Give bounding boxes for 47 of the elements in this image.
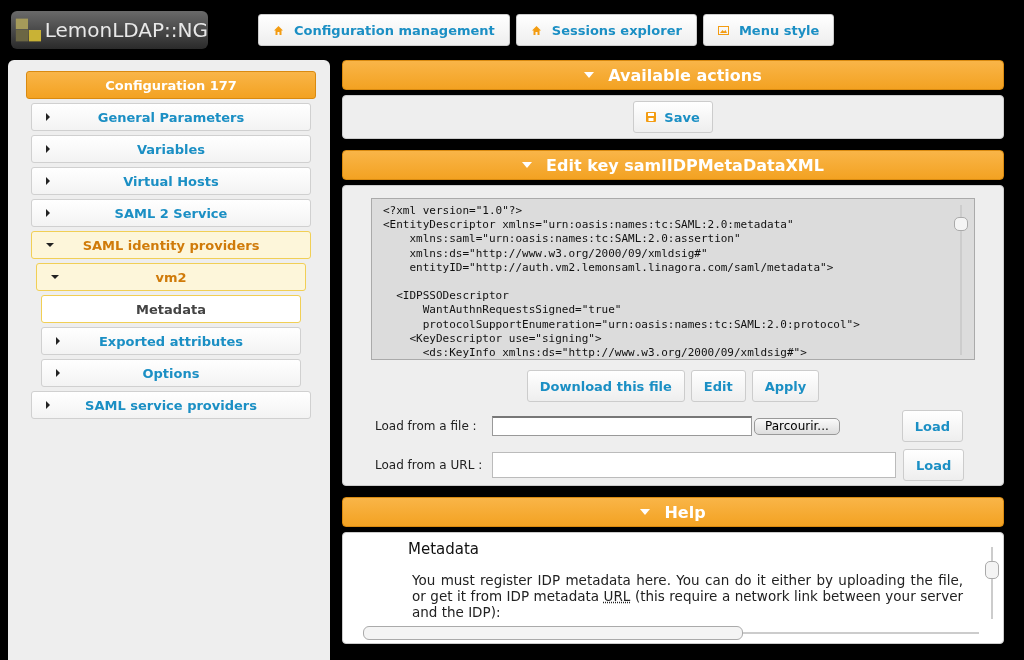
load-button[interactable]: Load bbox=[901, 410, 964, 442]
tree-item[interactable]: SAML identity providers bbox=[31, 231, 311, 259]
scrollbar[interactable] bbox=[363, 625, 979, 641]
section-header[interactable]: Available actions bbox=[342, 60, 1004, 90]
action-button[interactable]: Apply bbox=[751, 370, 820, 402]
tree-item[interactable]: vm2 bbox=[36, 263, 306, 291]
tree-item[interactable]: Variables bbox=[31, 135, 311, 163]
tree-item[interactable]: General Parameters bbox=[31, 103, 311, 131]
image-icon bbox=[717, 24, 729, 36]
home-icon bbox=[273, 24, 284, 36]
tree-item[interactable]: SAML service providers bbox=[31, 391, 311, 419]
load-button[interactable]: Load bbox=[903, 449, 965, 481]
tree-item[interactable]: Exported attributes bbox=[41, 327, 301, 355]
home-icon bbox=[530, 24, 542, 36]
logo: LemonLDAP::NG bbox=[11, 11, 208, 49]
tree-item[interactable]: Virtual Hosts bbox=[31, 167, 311, 195]
tree-item[interactable]: Metadata bbox=[41, 295, 301, 323]
code-text: <?xml version="1.0"?> <EntityDescriptor xmlns="urn:oasis:names:tc:SAML:2.0:metadata" xmlns:saml="urn:oasis:names:tc:SAML:2.0:assertion" xmlns:ds="http://www.w3.org/2000/09/xmldsig#" entityID="http://auth.vm2.lemonsaml.linagora.com/saml/metadata"> <IDPSSODescriptor WantAuthnRequestsSigned="true" protocolSupportEnumeration="urn:oasis:names:tc:SAML:2.0:protocol"> <KeyDescriptor use="signing"> <ds:KeyInfo xmlns:ds="http://www.w3.org/2000/09/xmldsig#"> bbox=[382, 203, 861, 359]
field-label: Load from a URL : bbox=[375, 458, 484, 472]
caret-icon bbox=[46, 401, 50, 409]
section-header[interactable]: Edit key samlIDPMetaDataXML bbox=[342, 150, 1004, 180]
file-input-field[interactable] bbox=[492, 416, 752, 436]
nav-button[interactable]: Menu style bbox=[702, 14, 835, 46]
action-button[interactable]: Download this file bbox=[526, 370, 685, 402]
section-header[interactable]: Help bbox=[342, 497, 1004, 527]
help-heading: Metadata bbox=[408, 540, 481, 558]
save-button[interactable]: Save bbox=[633, 101, 713, 133]
caret-icon bbox=[56, 369, 60, 377]
url-input-field[interactable] bbox=[492, 452, 896, 478]
tree-item[interactable]: Options bbox=[41, 359, 301, 387]
caret-icon bbox=[51, 275, 59, 279]
caret-icon bbox=[46, 145, 50, 153]
floppy-icon bbox=[646, 112, 657, 122]
caret-icon bbox=[46, 113, 50, 121]
caret-icon bbox=[56, 337, 60, 345]
browse-button[interactable]: Parcourir... bbox=[754, 417, 840, 435]
nav-button[interactable]: Sessions explorer bbox=[515, 14, 697, 46]
action-button[interactable]: Edit bbox=[690, 370, 746, 402]
help-text: You must register IDP metadata here. You can do it either by uploading the file, or get it from IDP metadata URL (this require a network link between your server and the IDP): bbox=[412, 572, 963, 620]
caret-icon bbox=[46, 177, 50, 185]
code-area[interactable] bbox=[371, 198, 975, 360]
tree-title[interactable]: Configuration 177 bbox=[26, 71, 316, 99]
nav-button[interactable]: Configuration management bbox=[258, 14, 510, 46]
caret-icon bbox=[46, 209, 50, 217]
caret-icon bbox=[46, 243, 54, 247]
tree-item[interactable]: SAML 2 Service bbox=[31, 199, 311, 227]
field-label: Load from a file : bbox=[375, 419, 478, 433]
